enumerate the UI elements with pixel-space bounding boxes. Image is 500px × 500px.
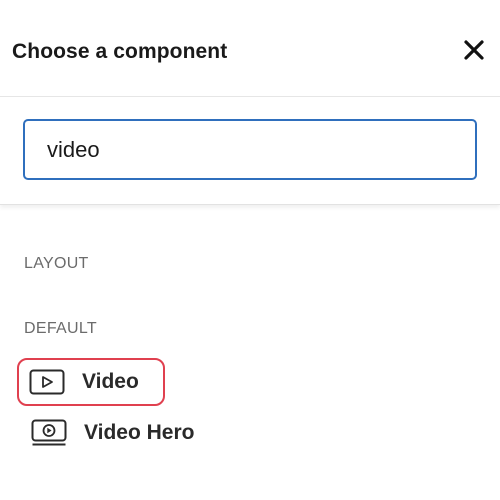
component-search-input[interactable]	[23, 119, 477, 180]
dialog-title: Choose a component	[12, 40, 228, 63]
component-item-video-hero[interactable]: Video Hero	[20, 409, 194, 457]
component-chooser-dialog: Choose a component LAYOUT DEFAULT Video	[0, 0, 500, 500]
search-area	[0, 97, 500, 205]
component-item-label: Video	[82, 370, 139, 393]
video-play-icon	[28, 368, 66, 396]
section-label-default: DEFAULT	[24, 320, 97, 337]
section-label-layout: LAYOUT	[24, 255, 89, 272]
close-button[interactable]	[462, 38, 486, 62]
close-icon	[464, 40, 484, 60]
component-item-video[interactable]: Video	[17, 358, 165, 406]
dialog-header: Choose a component	[0, 0, 500, 97]
video-hero-icon	[30, 419, 68, 447]
component-item-label: Video Hero	[84, 421, 195, 444]
